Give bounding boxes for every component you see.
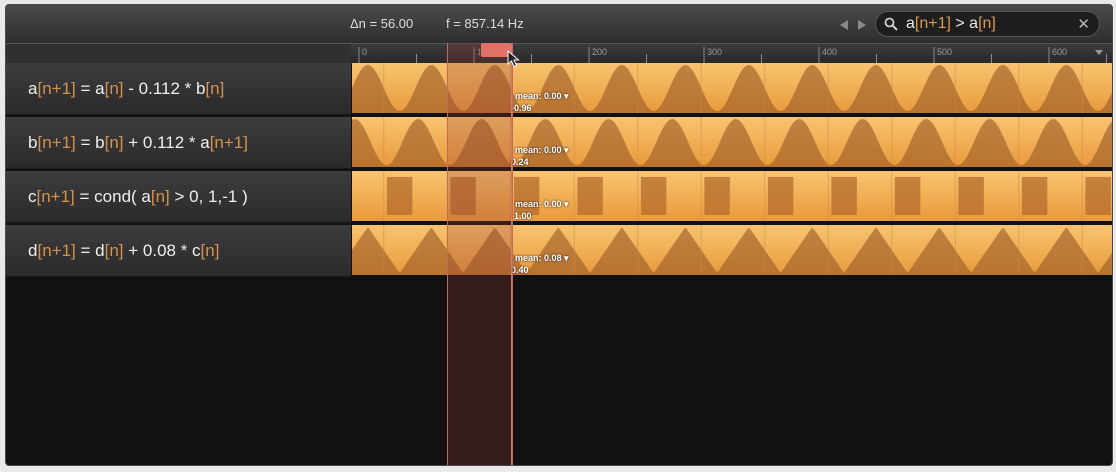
square-pulse (640, 177, 667, 215)
label-index: [n+1] (36, 187, 75, 206)
waveform-d[interactable] (352, 225, 1112, 275)
oscilloscope-window: Δn = 56.00 f = 857.14 Hz a[n+1] > a[n] ✕… (5, 4, 1113, 466)
square-pulse (767, 177, 794, 215)
equation-label-b[interactable]: b[n+1] = b[n] + 0.112 * a[n+1] (6, 117, 351, 169)
square-pulse (1085, 177, 1111, 215)
mouse-pointer-icon (507, 50, 520, 68)
signal-row-c: c[n+1] = cond( a[n] > 0, 1,-1 ) mean: 0.0… (6, 171, 1112, 223)
ruler-ticks: 0100200300400500600 (358, 47, 1107, 64)
label-text: + 0.112 * a (123, 133, 210, 152)
waveform-c[interactable] (352, 171, 1112, 221)
label-text: c (28, 187, 37, 206)
timeline-ruler[interactable]: 0100200300400500600 (6, 43, 1112, 64)
equation-label-a[interactable]: a[n+1] = a[n] - 0.112 * b[n] (6, 63, 351, 115)
ruler-tick-label: 300 (707, 47, 722, 57)
label-index: [n+1] (37, 79, 76, 98)
waveform-b[interactable] (352, 117, 1112, 167)
label-index: [n+1] (37, 133, 76, 152)
cursor-value-c: -1.00 (511, 211, 532, 221)
search-query[interactable]: a[n+1] > a[n] (906, 15, 996, 33)
square-pulse (958, 177, 984, 215)
nav-right-icon[interactable] (858, 20, 867, 30)
equation-label-d[interactable]: d[n+1] = d[n] + 0.08 * c[n] (6, 225, 351, 277)
search-icon (884, 17, 898, 31)
toolbar: Δn = 56.00 f = 857.14 Hz a[n+1] > a[n] ✕ (6, 5, 1112, 43)
ruler-tick-label: 600 (1052, 47, 1067, 57)
square-pulse (1021, 177, 1048, 215)
square-pulse (450, 177, 476, 215)
square-pulse (577, 177, 603, 215)
frequency-readout: f = 857.14 Hz (446, 16, 524, 31)
cursor-value-d: 0.40 (511, 265, 529, 275)
label-index: [n] (104, 241, 124, 260)
label-index: [n] (200, 241, 220, 260)
ruler-tick-label: 500 (937, 47, 952, 57)
nav-left-icon[interactable] (840, 20, 848, 30)
cursor-value-a: -0.96 (511, 103, 532, 113)
label-text: = cond( a (74, 187, 151, 206)
nav-arrows (840, 17, 872, 35)
mean-dropdown-a[interactable]: mean: 0.00 ▾ (515, 91, 569, 102)
square-pulse (831, 177, 857, 215)
label-text: > 0, 1,-1 ) (169, 187, 248, 206)
ruler-menu-icon[interactable] (1095, 50, 1103, 55)
label-text: = d (75, 241, 105, 260)
waveform-a[interactable] (352, 63, 1112, 113)
label-index: [n] (104, 133, 124, 152)
signal-row-d: d[n+1] = d[n] + 0.08 * c[n] mean: 0.08 ▾ 0… (6, 225, 1112, 277)
ruler-tick-label: 200 (592, 47, 607, 57)
label-index: [n] (150, 187, 170, 206)
label-text: = a (75, 79, 105, 98)
label-index: [n] (205, 79, 225, 98)
square-pulse (386, 177, 413, 215)
cursor-value-b: 0.24 (511, 157, 529, 167)
ruler-tick-label: 0 (362, 47, 367, 57)
label-index: [n] (104, 79, 124, 98)
mean-dropdown-b[interactable]: mean: 0.00 ▾ (515, 145, 569, 156)
delta-n-readout: Δn = 56.00 (350, 16, 414, 31)
signal-row-a: a[n+1] = a[n] - 0.112 * b[n] mean: 0.00 ▾… (6, 63, 1112, 115)
mean-dropdown-c[interactable]: mean: 0.00 ▾ (515, 199, 569, 210)
label-text: - 0.112 * b (123, 79, 206, 98)
label-text: = b (75, 133, 105, 152)
ruler-tick-label: 400 (822, 47, 837, 57)
square-pulse (894, 177, 921, 215)
label-index: [n+1] (37, 241, 76, 260)
ruler-spacer (6, 44, 351, 64)
equation-label-c[interactable]: c[n+1] = cond( a[n] > 0, 1,-1 ) (6, 171, 351, 223)
label-text: + 0.08 * c (123, 241, 201, 260)
square-pulse (704, 177, 730, 215)
label-index: [n+1] (209, 133, 248, 152)
clear-icon[interactable]: ✕ (1077, 15, 1090, 33)
search-field[interactable]: a[n+1] > a[n] ✕ (875, 11, 1100, 37)
signal-row-b: b[n+1] = b[n] + 0.112 * a[n+1] mean: 0.00… (6, 117, 1112, 169)
mean-dropdown-d[interactable]: mean: 0.08 ▾ (515, 253, 569, 264)
